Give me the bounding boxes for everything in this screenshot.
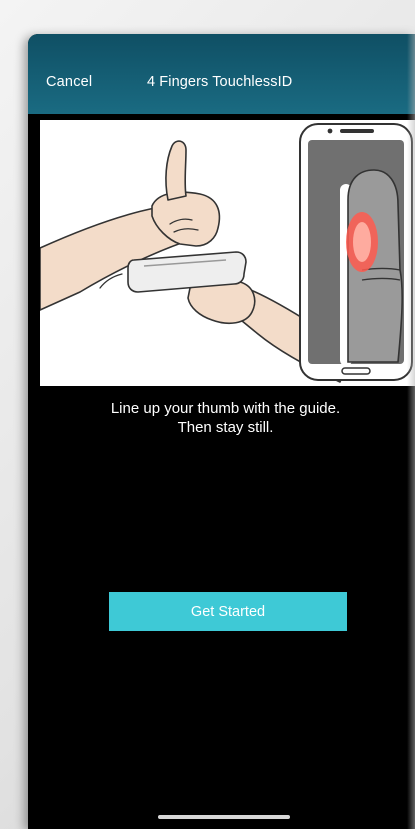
thumb-scan-icon	[40, 123, 413, 383]
thumb-guide-illustration	[40, 120, 415, 386]
navigation-bar: Cancel 4 Fingers TouchlessID	[28, 34, 415, 114]
get-started-button[interactable]: Get Started	[109, 592, 347, 631]
instruction-line-1: Line up your thumb with the guide.	[110, 400, 341, 417]
instruction-text: Line up your thumb with the guide. Then …	[48, 399, 403, 437]
screen-title: 4 Fingers TouchlessID	[147, 74, 293, 90]
phone-screen: Cancel 4 Fingers TouchlessID Line up you…	[28, 34, 415, 829]
cancel-button[interactable]: Cancel	[46, 74, 92, 90]
instruction-line-2: Then stay still.	[177, 419, 274, 436]
home-indicator[interactable]	[158, 815, 290, 819]
